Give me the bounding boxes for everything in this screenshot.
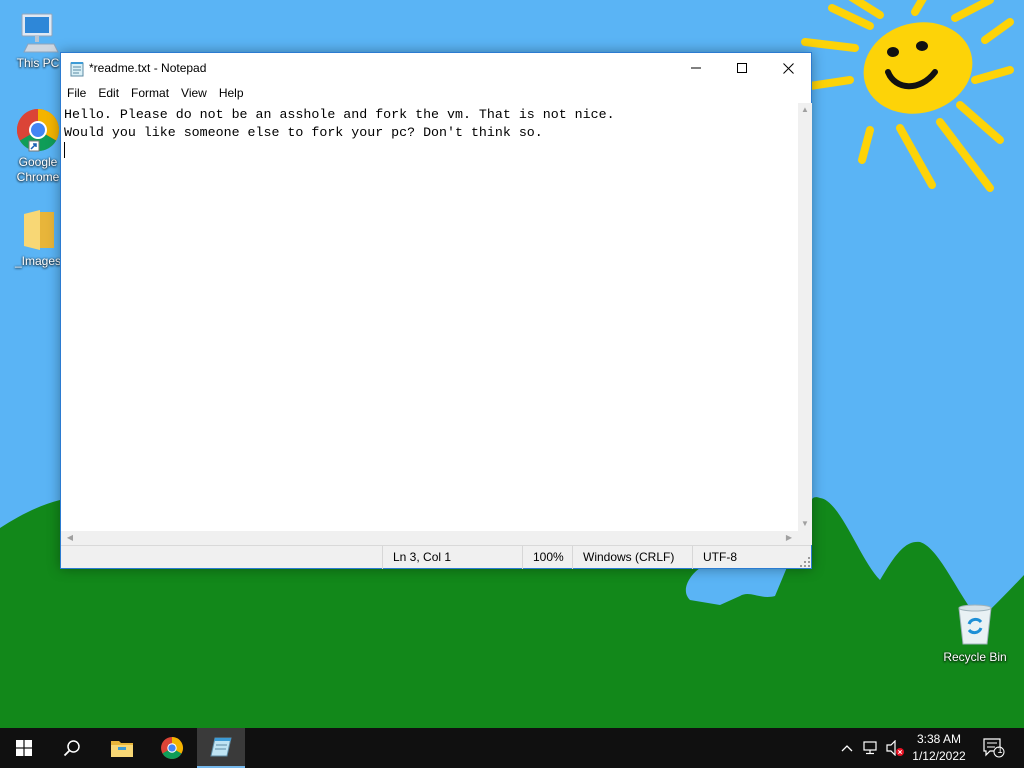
start-icon [16,740,32,756]
taskbar: 3:38 AM 1/12/2022 1 [0,728,1024,768]
status-line-ending: Windows (CRLF) [572,546,692,569]
window-title: *readme.txt - Notepad [89,61,207,75]
close-button[interactable] [765,53,811,83]
taskbar-file-explorer[interactable] [98,728,146,768]
taskbar-chrome[interactable] [148,728,196,768]
status-cursor-position: Ln 3, Col 1 [382,546,522,569]
volume-muted-icon [886,740,904,756]
maximize-icon [737,63,747,73]
editor-line: Would you like someone else to fork your… [64,125,543,140]
taskbar-clock[interactable]: 3:38 AM 1/12/2022 [904,728,974,768]
menu-help[interactable]: Help [213,83,250,103]
file-explorer-icon [111,741,133,757]
vertical-scrollbar[interactable]: ▲ ▼ [798,103,812,531]
desktop-icon-label: Google Chrome [16,155,60,184]
scroll-right-icon[interactable]: ▶ [782,531,796,545]
scroll-up-icon[interactable]: ▲ [798,103,812,117]
notepad-icon [70,62,84,77]
text-editor[interactable]: Hello. Please do not be an asshole and f… [61,103,798,531]
volume-status[interactable] [884,728,906,768]
menu-bar: File Edit Format View Help [61,83,811,103]
scroll-left-icon[interactable]: ◀ [63,531,77,545]
clock-date: 1/12/2022 [912,749,966,763]
minimize-button[interactable] [673,53,719,83]
folder-icon [24,210,54,250]
notepad-icon [210,737,232,757]
title-bar[interactable]: *readme.txt - Notepad [61,53,811,83]
menu-format[interactable]: Format [125,83,175,103]
network-status[interactable] [860,728,882,768]
resize-grip-icon[interactable] [800,557,810,567]
menu-view[interactable]: View [175,83,213,103]
text-caret [64,142,65,158]
recycle-bin-icon [958,604,992,645]
search-button[interactable] [48,728,96,768]
close-icon [782,62,794,74]
scroll-corner [798,531,812,545]
maximize-button[interactable] [719,53,765,83]
notification-count-badge: 1 [997,745,1003,755]
desktop-icon-recycle-bin[interactable]: Recycle Bin [936,600,1014,665]
taskbar-notepad[interactable] [197,728,245,768]
menu-file[interactable]: File [61,83,92,103]
status-zoom: 100% [522,546,572,569]
menu-edit[interactable]: Edit [92,83,125,103]
start-button[interactable] [0,728,48,768]
horizontal-scrollbar[interactable]: ◀ ▶ [61,531,798,545]
chevron-up-icon [841,745,853,752]
clock-time: 3:38 AM [916,732,962,746]
notepad-window[interactable]: *readme.txt - Notepad File Edit Format V… [60,52,812,569]
monitor-icon [21,13,59,53]
scroll-down-icon[interactable]: ▼ [798,517,812,531]
show-hidden-icons-button[interactable] [836,728,858,768]
desktop-icon-label: Recycle Bin [943,650,1007,664]
editor-line-current [64,142,798,161]
chrome-icon [16,108,60,152]
status-encoding: UTF-8 [692,546,812,569]
desktop-icon-label: _Images [14,254,62,268]
search-icon [63,740,80,757]
desktop-icon-label: This PC [16,56,60,70]
chrome-icon [161,737,183,759]
network-icon [863,741,877,755]
action-center-button[interactable]: 1 [980,728,1008,768]
status-bar: Ln 3, Col 1 100% Windows (CRLF) UTF-8 [61,545,812,569]
minimize-icon [691,67,701,69]
editor-line: Hello. Please do not be an asshole and f… [64,107,615,122]
